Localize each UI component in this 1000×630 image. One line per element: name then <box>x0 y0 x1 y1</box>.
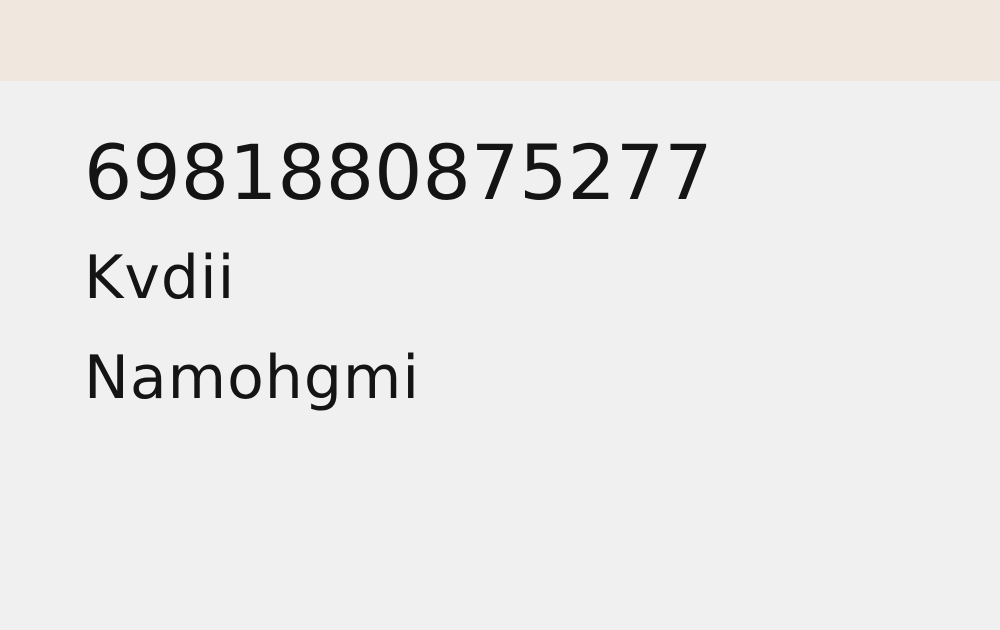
second-name-text: Namohgmi <box>84 343 421 413</box>
top-bar <box>0 0 1000 81</box>
first-name-text: Kvdii <box>84 243 236 313</box>
content-area: 6981880875277 Kvdii Namohgmi <box>0 81 1000 630</box>
number-text: 6981880875277 <box>84 128 713 217</box>
